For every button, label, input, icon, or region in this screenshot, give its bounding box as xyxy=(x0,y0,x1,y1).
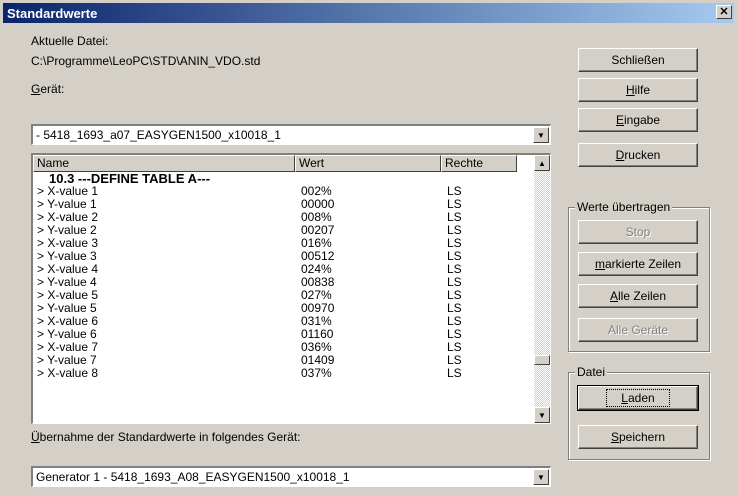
print-rest: rucken xyxy=(624,148,661,162)
window-title: Standardwerte xyxy=(7,5,98,21)
all-rows-mnemonic: A xyxy=(609,289,618,303)
column-header-name[interactable]: Name xyxy=(33,155,295,172)
chevron-down-icon[interactable]: ▼ xyxy=(533,469,549,485)
close-icon[interactable]: ✕ xyxy=(716,5,732,19)
help-button[interactable]: Hilfe xyxy=(578,78,698,102)
scroll-up-icon[interactable]: ▲ xyxy=(534,155,550,171)
column-header-value[interactable]: Wert xyxy=(295,155,441,172)
marked-rows-rest: arkierte Zeilen xyxy=(604,257,682,271)
row-rights: LS xyxy=(447,366,462,380)
device-label-mnemonic: G xyxy=(31,82,41,96)
load-button[interactable]: Laden xyxy=(577,385,699,411)
target-label-rest: bernahme der Standardwerte in folgendes … xyxy=(39,430,301,444)
parameter-list[interactable]: Name Wert Rechte 10.3 ---DEFINE TABLE A-… xyxy=(31,153,551,424)
marked-rows-mnemonic: m xyxy=(594,257,605,271)
close-button[interactable]: Schließen xyxy=(578,48,698,72)
all-rows-rest: lle Zeilen xyxy=(617,289,667,303)
load-mnemonic: L xyxy=(621,391,628,405)
scroll-down-icon[interactable]: ▼ xyxy=(534,407,550,423)
current-file-path: C:\Programme\LeoPC\STD\ANIN_VDO.std xyxy=(31,54,261,68)
transfer-values-legend: Werte übertragen xyxy=(575,200,673,214)
input-mnemonic: E xyxy=(615,113,624,127)
target-label-mnemonic: Ü xyxy=(31,430,40,444)
save-rest: peichern xyxy=(618,430,666,444)
row-name: > X-value 8 xyxy=(37,366,99,380)
all-devices-button[interactable]: Alle Geräte xyxy=(578,318,698,342)
print-button[interactable]: Drucken xyxy=(578,143,698,167)
input-button[interactable]: Eingabe xyxy=(578,108,698,132)
stop-button[interactable]: Stop xyxy=(578,220,698,244)
row-value: 037% xyxy=(301,366,332,380)
chevron-down-icon[interactable]: ▼ xyxy=(533,127,549,143)
target-device-select-value: Generator 1 - 5418_1693_A08_EASYGEN1500_… xyxy=(36,470,350,484)
save-button[interactable]: Speichern xyxy=(578,425,698,449)
all-rows-button[interactable]: Alle Zeilen xyxy=(578,284,698,308)
load-focus: Laden xyxy=(606,389,670,407)
help-mnemonic: H xyxy=(625,83,635,97)
list-rows: 10.3 ---DEFINE TABLE A--- > X-value 1 002… xyxy=(35,172,533,380)
target-device-label: Übernahme der Standardwerte in folgendes… xyxy=(31,430,301,444)
input-rest: ingabe xyxy=(623,113,661,127)
title-bar: Standardwerte ✕ xyxy=(3,3,734,23)
target-device-select[interactable]: Generator 1 - 5418_1693_A08_EASYGEN1500_… xyxy=(31,466,551,487)
help-rest: ilfe xyxy=(634,83,650,97)
list-scrollbar[interactable]: ▲ ▼ xyxy=(534,155,550,423)
file-group-legend: Datei xyxy=(575,365,608,379)
device-label: Gerät: xyxy=(31,82,64,96)
save-mnemonic: S xyxy=(610,430,619,444)
device-select-value: - 5418_1693_a07_EASYGEN1500_x10018_1 xyxy=(36,128,281,142)
current-file-label: Aktuelle Datei: xyxy=(31,34,109,48)
list-item[interactable]: > X-value 8 037% LS xyxy=(35,367,533,380)
marked-rows-button[interactable]: m arkierte Zeilen xyxy=(578,252,698,276)
column-header-rights[interactable]: Rechte xyxy=(441,155,517,172)
print-mnemonic: D xyxy=(615,148,625,162)
device-select[interactable]: - 5418_1693_a07_EASYGEN1500_x10018_1 ▼ xyxy=(31,124,551,145)
scroll-thumb[interactable] xyxy=(534,355,550,365)
load-rest: aden xyxy=(627,391,655,405)
device-label-rest: erät: xyxy=(40,82,65,96)
